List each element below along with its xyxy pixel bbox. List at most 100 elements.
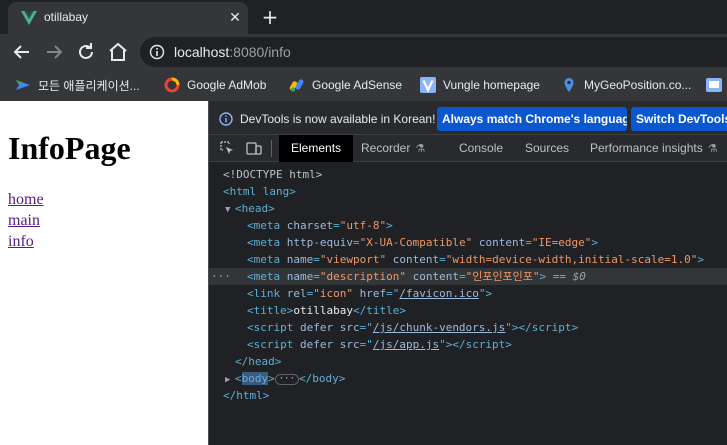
bookmark-vungle[interactable]: Vungle homepage	[420, 74, 540, 96]
tab-recorder[interactable]: Recorder ⚗	[361, 135, 425, 162]
head-close-tag: </head>	[235, 355, 282, 368]
bookmark-label: Vungle homepage	[443, 78, 540, 92]
bookmark-adsense[interactable]: Google AdSense	[289, 74, 402, 96]
bookmark-overflow[interactable]	[706, 74, 727, 96]
back-arrow-icon[interactable]	[10, 40, 34, 64]
link-main[interactable]: main	[8, 212, 40, 230]
dom-line[interactable]: ▼ <head>	[209, 200, 727, 217]
dom-line[interactable]: </head>	[209, 353, 727, 370]
tab-strip: otillabay ✕ +	[0, 0, 727, 34]
experiment-flask-icon: ⚗	[415, 143, 426, 155]
bookmark-site-icon	[706, 77, 722, 93]
dom-line[interactable]: <script defer src="/js/app.js"></script>	[209, 336, 727, 353]
vue-logo-icon	[21, 10, 37, 26]
collapsed-children-icon[interactable]: ···	[274, 373, 300, 385]
new-tab-button[interactable]: +	[259, 6, 281, 28]
dom-line[interactable]: <meta name="viewport" content="width=dev…	[209, 251, 727, 268]
dom-line[interactable]: <script defer src="/js/chunk-vendors.js"…	[209, 319, 727, 336]
elements-dom-tree: <!DOCTYPE html> <html lang> ▼ <head> <met…	[209, 163, 727, 445]
devtools-tab-bar: Elements Recorder ⚗ Console Sources Perfo…	[209, 135, 727, 162]
tag-name: meta	[253, 219, 281, 232]
more-actions-icon[interactable]: ···	[211, 268, 231, 285]
tab-title: otillabay	[44, 10, 89, 24]
tab-console[interactable]: Console	[459, 135, 503, 162]
dom-line[interactable]: ▶ <body> ··· </body>	[209, 370, 727, 387]
bookmark-admob[interactable]: Google AdMob	[164, 74, 266, 96]
dom-line[interactable]: <meta charset="utf-8">	[209, 217, 727, 234]
script-src-link[interactable]: /js/app.js	[373, 338, 439, 351]
devtools-panel: DevTools is now available in Korean! Alw…	[208, 101, 727, 445]
attr-name: content	[478, 236, 526, 249]
attr-value: "description"	[319, 270, 406, 283]
dom-line[interactable]: <!DOCTYPE html>	[209, 166, 727, 183]
dom-line[interactable]: <title>otillabay</title>	[209, 302, 727, 319]
attr-link[interactable]: /favicon.ico	[399, 287, 478, 300]
vungle-icon	[420, 77, 436, 93]
toolbar-divider	[271, 140, 272, 157]
experiment-flask-icon: ⚗	[707, 143, 718, 155]
forward-arrow-icon[interactable]	[42, 40, 66, 64]
doctype: <!DOCTYPE html>	[223, 168, 323, 181]
switch-korean-button[interactable]: Switch DevTools to Korean	[631, 107, 727, 131]
title-text: otillabay	[293, 304, 353, 317]
tab-performance-insights[interactable]: Performance insights ⚗	[590, 135, 718, 162]
browser-toolbar: localhost:8080/info	[0, 34, 727, 69]
bookmark-label: MyGeoPosition.co...	[584, 78, 692, 92]
tab-label: Recorder	[361, 141, 411, 155]
body-close-tag: </body>	[299, 372, 346, 385]
attr-value: "viewport"	[319, 253, 387, 266]
attr-name: charset	[286, 219, 334, 232]
admob-icon	[164, 77, 180, 93]
page-title: InfoPage	[8, 130, 131, 166]
dom-line[interactable]: <meta http-equiv="X-UA-Compatible" conte…	[209, 234, 727, 251]
tab-elements[interactable]: Elements	[279, 135, 354, 162]
attr-name: http-equiv	[286, 236, 353, 249]
attr-name: name	[286, 253, 314, 266]
page-viewport: InfoPage home main info	[0, 101, 208, 445]
bookmark-apps[interactable]: 모든 애플리케이션...	[15, 74, 140, 96]
tab-label: Performance insights	[590, 141, 703, 155]
url-host: localhost	[174, 44, 230, 60]
dom-line-selected[interactable]: ··· <meta name="description" content="인포인…	[209, 268, 727, 285]
attr-value: "icon"	[313, 287, 353, 300]
info-circle-icon	[219, 111, 233, 126]
match-language-button[interactable]: Always match Chrome's language	[437, 107, 627, 131]
attr-value: "인포인포인포"	[465, 270, 540, 283]
attr-name: href	[359, 287, 387, 300]
dom-line[interactable]: </html>	[209, 387, 727, 404]
close-tab-icon[interactable]: ✕	[226, 9, 244, 27]
device-toolbar-icon[interactable]	[246, 140, 262, 156]
attr-value: "IE=edge"	[531, 236, 592, 249]
url-text[interactable]: localhost:8080/info	[174, 44, 291, 60]
reload-icon[interactable]	[74, 40, 98, 64]
dom-line[interactable]: <html lang>	[209, 183, 727, 200]
address-bar[interactable]: localhost:8080/info	[140, 37, 727, 67]
browser-tab[interactable]: otillabay ✕	[8, 2, 248, 34]
bookmark-label: Google AdMob	[187, 78, 267, 92]
apps-icon	[15, 77, 31, 93]
head-open-tag: <head>	[235, 202, 275, 215]
location-pin-icon	[561, 77, 577, 93]
attr-value: "X-UA-Compatible"	[359, 236, 473, 249]
selected-node-marker: == $0	[552, 270, 586, 283]
link-info[interactable]: info	[8, 233, 34, 251]
tab-sources[interactable]: Sources	[525, 135, 569, 162]
attr-value: "utf-8"	[339, 219, 387, 232]
html-close-tag: </html>	[223, 389, 270, 402]
infobar-message: DevTools is now available in Korean!	[240, 112, 436, 126]
html-open-tag: <html lang>	[223, 185, 296, 198]
inspect-element-icon[interactable]	[219, 140, 235, 156]
home-icon[interactable]	[106, 40, 130, 64]
adsense-icon	[289, 77, 305, 93]
body-tag-name: body	[241, 372, 269, 385]
attr-name: name	[286, 270, 314, 283]
script-src-link[interactable]: /js/chunk-vendors.js	[373, 321, 505, 334]
bookmark-mygeoposition[interactable]: MyGeoPosition.co...	[561, 74, 691, 96]
site-info-icon[interactable]	[149, 44, 165, 60]
devtools-infobar: DevTools is now available in Korean! Alw…	[209, 101, 727, 135]
url-path: :8080/info	[229, 44, 291, 60]
link-home[interactable]: home	[8, 191, 44, 209]
attr-value: "width=device-width,initial-scale=1.0"	[445, 253, 698, 266]
bookmarks-bar: 모든 애플리케이션... Google AdMob Google AdSense…	[0, 69, 727, 101]
dom-line[interactable]: <link rel="icon" href="/favicon.ico">	[209, 285, 727, 302]
